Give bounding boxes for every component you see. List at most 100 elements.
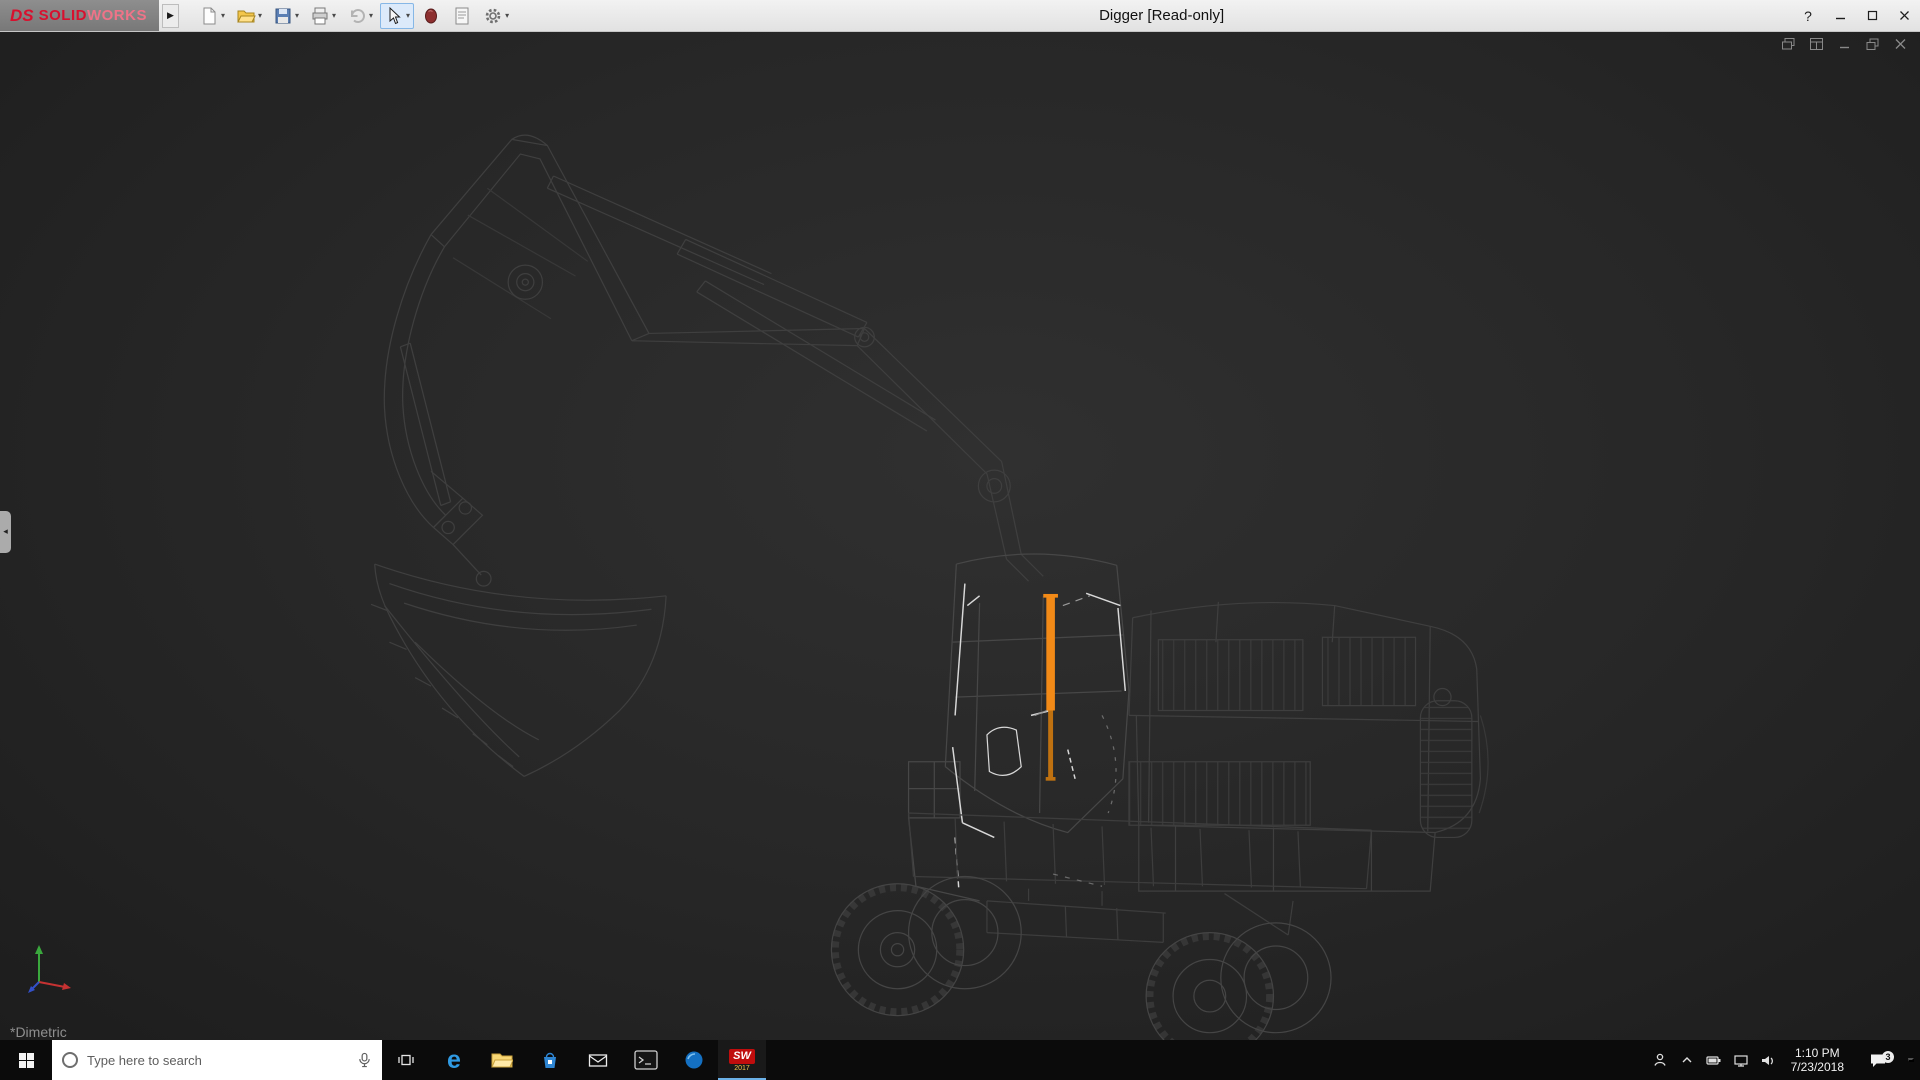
file-properties-button[interactable]	[448, 3, 476, 29]
print-button[interactable]: ▾	[306, 3, 340, 29]
battery-icon	[1706, 1053, 1722, 1068]
new-document-icon	[199, 6, 219, 26]
file-explorer-icon	[491, 1051, 513, 1069]
notification-badge: 3	[1882, 1051, 1894, 1063]
graphics-viewport[interactable]: ◂ *Dimetric	[0, 32, 1920, 1040]
tile-windows-icon	[1809, 37, 1824, 51]
volume-icon	[1760, 1053, 1776, 1068]
undo-icon	[347, 6, 367, 26]
chevron-down-icon[interactable]: ▾	[221, 11, 225, 20]
options-button[interactable]: ▾	[479, 3, 513, 29]
orientation-triad	[22, 937, 80, 1000]
cortana-icon	[62, 1052, 78, 1068]
people-icon	[1652, 1052, 1668, 1068]
taskbar-search-box[interactable]	[52, 1040, 382, 1080]
window-cascade-button[interactable]	[1781, 37, 1796, 51]
action-center-button[interactable]: 3	[1859, 1052, 1897, 1068]
child-restore-icon	[1865, 37, 1880, 51]
maximize-icon	[1867, 10, 1878, 21]
save-icon	[273, 6, 293, 26]
store-button[interactable]	[526, 1040, 574, 1080]
child-close-button[interactable]	[1893, 37, 1908, 51]
window-controls: ?	[1792, 0, 1920, 31]
new-document-button[interactable]: ▾	[195, 3, 229, 29]
left-tab-arrow-icon: ◂	[3, 526, 8, 537]
help-button[interactable]: ?	[1792, 0, 1824, 31]
cascade-windows-icon	[1781, 37, 1796, 51]
edrawings-icon	[684, 1050, 704, 1070]
solidworks-2017-button[interactable]: SW 2017	[718, 1040, 766, 1080]
chevron-up-icon	[1679, 1053, 1695, 1067]
windows-logo-icon	[18, 1052, 35, 1069]
chevron-down-icon[interactable]: ▾	[332, 11, 336, 20]
file-explorer-button[interactable]	[478, 1040, 526, 1080]
store-icon	[540, 1051, 560, 1070]
save-button[interactable]: ▾	[269, 3, 303, 29]
file-properties-icon	[452, 6, 472, 26]
network-button[interactable]	[1733, 1053, 1749, 1068]
maximize-button[interactable]	[1856, 0, 1888, 31]
menu-flyout-button[interactable]: ▶	[162, 4, 179, 28]
wheels-wireframe	[831, 876, 1331, 1040]
chevron-down-icon[interactable]: ▾	[258, 11, 262, 20]
task-view-icon	[397, 1052, 415, 1068]
people-button[interactable]	[1652, 1052, 1668, 1068]
selected-part-highlight[interactable]	[1043, 596, 1058, 779]
solidworks-window: DS SOLID WORKS ▶ ▾ ▾	[0, 0, 1920, 1080]
edrawings-button[interactable]	[670, 1040, 718, 1080]
battery-button[interactable]	[1706, 1053, 1722, 1068]
panel-collapse-tab[interactable]: ◂	[0, 511, 11, 553]
task-view-button[interactable]	[382, 1040, 430, 1080]
digger-wireframe-model[interactable]	[0, 32, 1920, 1040]
close-button[interactable]	[1888, 0, 1920, 31]
system-tray: 1:10 PM 7/23/2018 3	[1646, 1040, 1920, 1080]
standard-toolbar: ▾ ▾ ▾	[195, 3, 513, 29]
window-tile-button[interactable]	[1809, 37, 1824, 51]
child-close-icon	[1893, 37, 1908, 51]
clock-time: 1:10 PM	[1791, 1046, 1844, 1060]
open-button[interactable]: ▾	[232, 3, 266, 29]
ds-logo-icon: DS	[10, 6, 34, 26]
edge-button[interactable]: e	[430, 1040, 478, 1080]
appearance-ball-icon	[421, 6, 441, 26]
close-icon	[1899, 10, 1910, 21]
volume-button[interactable]	[1760, 1053, 1776, 1068]
brand-solid-text: SOLID	[39, 7, 87, 24]
hidden-icons-button[interactable]	[1679, 1053, 1695, 1067]
show-desktop-button[interactable]	[1908, 1058, 1914, 1062]
solidworks-app-icon: SW 2017	[729, 1049, 755, 1072]
chevron-down-icon[interactable]: ▾	[295, 11, 299, 20]
select-cursor-icon	[384, 6, 404, 26]
mail-icon	[588, 1052, 608, 1069]
boom-and-bucket-wireframe	[371, 135, 1043, 776]
flyout-arrow-icon: ▶	[167, 10, 174, 21]
undo-button[interactable]: ▾	[343, 3, 377, 29]
mail-button[interactable]	[574, 1040, 622, 1080]
microphone-icon[interactable]	[357, 1052, 372, 1068]
sw-abbr-text: SW	[729, 1049, 755, 1064]
chevron-down-icon[interactable]: ▾	[406, 11, 410, 20]
document-title: Digger [Read-only]	[1099, 7, 1224, 24]
options-gear-icon	[483, 6, 503, 26]
edit-appearance-button[interactable]	[417, 3, 445, 29]
minimize-button[interactable]	[1824, 0, 1856, 31]
windows-taskbar: e	[0, 1040, 1920, 1080]
xyz-axes-icon	[22, 937, 80, 995]
taskbar-clock[interactable]: 1:10 PM 7/23/2018	[1787, 1046, 1848, 1074]
open-folder-icon	[236, 6, 256, 26]
cab-wireframe	[909, 554, 1129, 901]
select-button[interactable]: ▾	[380, 3, 414, 29]
grille-hatching	[1129, 637, 1472, 837]
view-orientation-label: *Dimetric	[10, 1024, 67, 1040]
child-minimize-button[interactable]	[1837, 37, 1852, 51]
chevron-down-icon[interactable]: ▾	[369, 11, 373, 20]
document-window-controls	[1781, 37, 1908, 51]
search-input[interactable]	[87, 1053, 348, 1068]
brand-works-text: WORKS	[87, 7, 147, 24]
sw-year-text: 2017	[734, 1065, 750, 1072]
chevron-down-icon[interactable]: ▾	[505, 11, 509, 20]
child-restore-button[interactable]	[1865, 37, 1880, 51]
command-prompt-button[interactable]	[622, 1040, 670, 1080]
start-button[interactable]	[0, 1040, 52, 1080]
command-prompt-icon	[634, 1050, 658, 1070]
